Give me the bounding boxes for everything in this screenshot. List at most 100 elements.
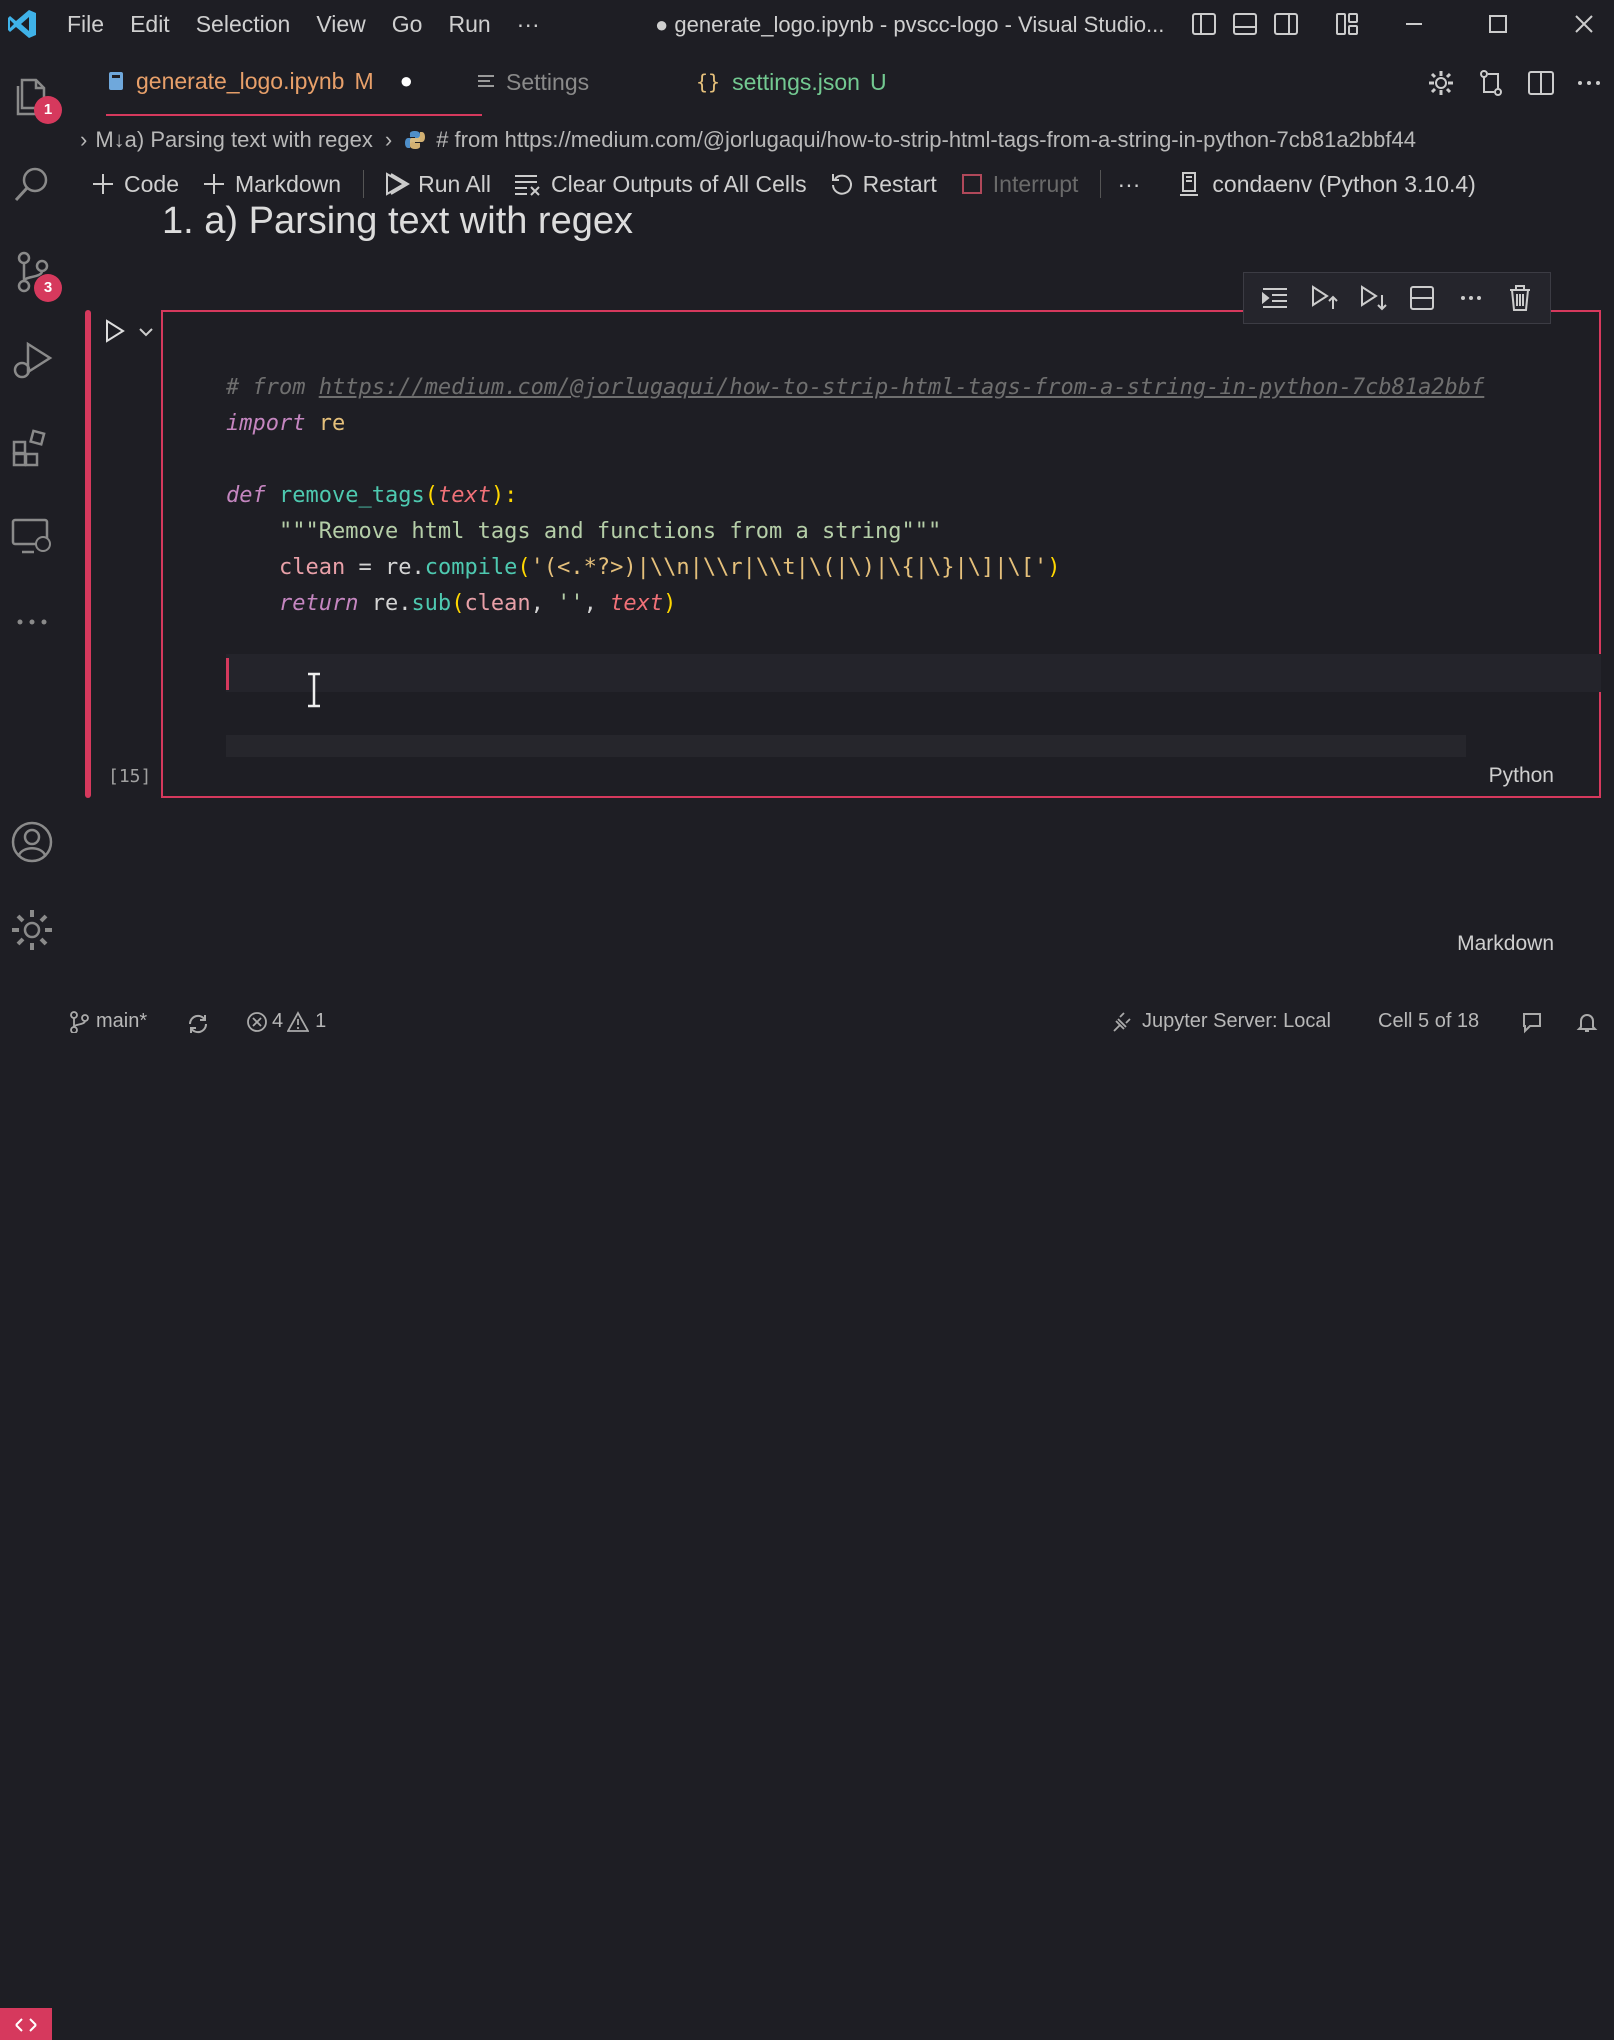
accounts-icon[interactable]: [8, 818, 56, 866]
cell-position[interactable]: Cell 5 of 18: [1378, 1010, 1479, 1033]
menu-more[interactable]: ···: [504, 11, 553, 38]
menu-view[interactable]: View: [303, 11, 378, 38]
notebook-settings-gear-icon[interactable]: [1426, 68, 1456, 98]
tab-label: Settings: [506, 68, 590, 95]
interrupt-label: Interrupt: [992, 170, 1079, 197]
markdown-cell[interactable]: [161, 856, 1601, 964]
sync-icon[interactable]: [186, 1012, 210, 1036]
notifications-bell-icon[interactable]: [1574, 1010, 1600, 1036]
horizontal-scrollbar[interactable]: [226, 735, 1466, 757]
feedback-icon[interactable]: [1520, 1010, 1546, 1036]
code-punct: ): [1047, 555, 1061, 580]
tab-settings-json[interactable]: {} settings.json U: [696, 48, 887, 116]
activity-bar: 1 3: [0, 48, 66, 1006]
toggle-panel-icon[interactable]: [1231, 10, 1259, 38]
explorer-badge: 1: [34, 96, 62, 124]
tab-label: generate_logo.ipynb: [136, 67, 345, 94]
add-markdown-cell-button[interactable]: Markdown: [201, 171, 341, 198]
breadcrumb: › M↓a) Parsing text with regex › # from …: [76, 120, 1614, 160]
more-actions-icon[interactable]: [1574, 68, 1604, 98]
cell-focus-indicator: [85, 310, 91, 798]
menu-run[interactable]: Run: [435, 11, 503, 38]
run-by-line-icon[interactable]: [1260, 283, 1290, 313]
execute-below-icon[interactable]: [1358, 283, 1388, 313]
chevron-down-icon[interactable]: [136, 322, 156, 342]
error-circle-icon: [247, 1011, 267, 1032]
warning-triangle-icon: [287, 1010, 310, 1032]
code-punct: ): [663, 591, 677, 616]
code-punct: (: [424, 483, 438, 508]
menu-edit[interactable]: Edit: [117, 11, 183, 38]
json-braces-icon: {}: [696, 70, 721, 94]
menu-go[interactable]: Go: [379, 11, 436, 38]
open-changes-icon[interactable]: [1476, 68, 1506, 98]
clear-outputs-button[interactable]: Clear Outputs of All Cells: [513, 171, 807, 198]
stop-square-icon: [961, 174, 982, 194]
run-debug-icon[interactable]: [8, 336, 56, 384]
delete-trash-icon[interactable]: [1505, 283, 1535, 313]
interrupt-button[interactable]: Interrupt: [959, 170, 1079, 198]
toggle-sidebar-icon[interactable]: [1190, 10, 1218, 38]
chevron-right-icon: ›: [384, 127, 393, 152]
code-keyword: return: [226, 591, 359, 616]
code-function-name: remove_tags: [265, 483, 425, 508]
notebook-file-icon: [109, 72, 123, 90]
clear-all-icon: [514, 175, 540, 196]
code-variable: clean: [226, 555, 346, 580]
cell-more-icon[interactable]: [1456, 283, 1486, 313]
code-comment-url[interactable]: https://medium.com/@jorlugaqui/how-to-st…: [319, 375, 1485, 400]
extensions-icon[interactable]: [8, 424, 56, 472]
tab-settings[interactable]: Settings: [476, 48, 589, 116]
tab-generate-logo[interactable]: generate_logo.ipynb M ●: [106, 48, 482, 116]
code-module: re: [305, 411, 346, 436]
settings-lines-icon: [478, 75, 494, 87]
minimize-icon[interactable]: [1400, 10, 1428, 38]
execute-above-icon[interactable]: [1309, 283, 1339, 313]
breadcrumb-code-cell[interactable]: # from https://medium.com/@jorlugaqui/ho…: [436, 127, 1416, 153]
execution-count: [15]: [108, 766, 152, 787]
code-variable: clean: [464, 591, 531, 616]
toolbar-more-button[interactable]: ···: [1117, 171, 1140, 198]
menu-file[interactable]: File: [54, 11, 117, 38]
kernel-server-icon: [1180, 172, 1199, 196]
split-cell-icon[interactable]: [1407, 283, 1437, 313]
kernel-picker[interactable]: condaenv (Python 3.10.4): [1176, 170, 1476, 198]
code-text: = re.: [345, 555, 425, 580]
python-icon: [405, 131, 426, 149]
close-icon[interactable]: [1570, 10, 1598, 38]
more-views-icon[interactable]: [8, 598, 56, 646]
text-cursor: [226, 658, 229, 690]
split-editor-icon[interactable]: [1526, 68, 1556, 98]
tab-dirty-indicator[interactable]: ●: [400, 68, 413, 94]
cell-language-picker[interactable]: Markdown: [1457, 932, 1554, 956]
source-control-badge: 3: [34, 274, 62, 302]
code-editor[interactable]: # from https://medium.com/@jorlugaqui/ho…: [226, 370, 1484, 622]
remote-explorer-icon[interactable]: [8, 512, 56, 560]
code-regex-string: '(<.*?>)|\\n|\\r|\\t|\(|\)|\{|\}|\]|\[': [530, 555, 1048, 580]
menu-selection[interactable]: Selection: [183, 11, 304, 38]
vscode-logo-icon: [8, 10, 36, 38]
markdown-heading[interactable]: 1. a) Parsing text with regex: [162, 200, 633, 243]
code-text: re.: [358, 591, 412, 616]
maximize-icon[interactable]: [1484, 10, 1512, 38]
customize-layout-icon[interactable]: [1333, 10, 1361, 38]
remote-indicator[interactable]: [0, 2008, 52, 2040]
code-text: ,: [583, 591, 611, 616]
kernel-label: condaenv (Python 3.10.4): [1212, 170, 1476, 197]
git-branch-icon: [70, 1010, 89, 1033]
branch-indicator[interactable]: main*: [68, 1010, 147, 1033]
add-code-cell-button[interactable]: Code: [90, 171, 179, 198]
run-cell-icon[interactable]: [100, 316, 130, 346]
breadcrumb-markdown-heading[interactable]: M↓a) Parsing text with regex: [95, 127, 373, 153]
toggle-secondary-sidebar-icon[interactable]: [1272, 10, 1300, 38]
cell-language-picker[interactable]: Python: [1489, 764, 1554, 788]
jupyter-server-indicator[interactable]: Jupyter Server: Local: [1110, 1010, 1331, 1033]
restart-button[interactable]: Restart: [829, 171, 937, 198]
problems-indicator[interactable]: 4 1: [246, 1010, 326, 1033]
run-all-button[interactable]: Run All: [382, 170, 491, 198]
manage-gear-icon[interactable]: [8, 906, 56, 954]
status-bar: main* 4 1 Jupyter Server: Local Cell 5 o…: [0, 1006, 1614, 2040]
chevron-right-icon: ›: [80, 127, 88, 152]
search-icon[interactable]: [8, 160, 56, 208]
current-line-highlight: [226, 654, 1601, 692]
